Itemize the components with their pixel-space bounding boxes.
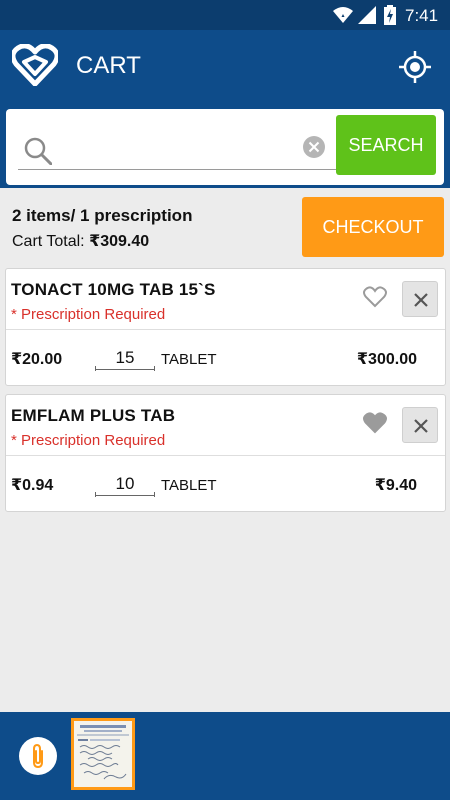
product-name[interactable]: EMFLAM PLUS TAB	[11, 406, 175, 426]
signal-icon	[358, 6, 376, 24]
divider	[6, 455, 445, 456]
search-band: SEARCH	[0, 104, 450, 188]
quantity-tick-left	[95, 366, 96, 371]
quantity-field[interactable]: 15	[95, 345, 155, 371]
cart-item: TONACT 10MG TAB 15`S * Prescription Requ…	[5, 268, 446, 386]
app-bar: CART	[0, 30, 450, 104]
unit-price: ₹0.94	[11, 477, 54, 494]
prescription-note: * Prescription Required	[11, 432, 166, 449]
status-bar: 7:41	[0, 0, 450, 30]
cart-total-value: ₹309.40	[89, 233, 150, 250]
prescription-thumbnail[interactable]	[71, 718, 135, 790]
cart-total-label: Cart Total:	[12, 233, 85, 250]
search-icon	[24, 137, 52, 165]
quantity-tick-right	[154, 492, 155, 497]
prescription-note: * Prescription Required	[11, 306, 166, 323]
quantity-value[interactable]: 10	[95, 471, 155, 496]
search-button[interactable]: SEARCH	[336, 115, 436, 175]
cart-total: Cart Total: ₹309.40	[12, 231, 149, 251]
page-title: CART	[76, 52, 141, 79]
search-underline	[18, 169, 336, 170]
quantity-unit: TABLET	[161, 351, 217, 368]
wifi-icon	[333, 7, 353, 23]
gps-locate-icon[interactable]	[398, 50, 432, 84]
prescription-image-icon	[74, 721, 132, 787]
favorite-heart-filled-icon[interactable]	[363, 412, 387, 434]
search-input[interactable]	[58, 133, 298, 163]
quantity-unit: TABLET	[161, 477, 217, 494]
remove-item-button[interactable]	[402, 407, 438, 443]
item-count: 2 items/ 1 prescription	[12, 206, 193, 225]
quantity-tick-right	[154, 366, 155, 371]
paperclip-icon	[33, 743, 43, 769]
bottom-bar	[0, 712, 450, 800]
heart-logo-icon[interactable]	[12, 44, 58, 86]
close-icon	[414, 419, 428, 433]
quantity-value[interactable]: 15	[95, 345, 155, 370]
clear-icon[interactable]	[302, 135, 326, 159]
quantity-tick-left	[95, 492, 96, 497]
line-total: ₹9.40	[374, 477, 417, 494]
cart-item: EMFLAM PLUS TAB * Prescription Required …	[5, 394, 446, 512]
quantity-field[interactable]: 10	[95, 471, 155, 497]
search-box: SEARCH	[6, 109, 444, 185]
unit-price: ₹20.00	[11, 351, 63, 368]
product-name[interactable]: TONACT 10MG TAB 15`S	[11, 280, 216, 300]
remove-item-button[interactable]	[402, 281, 438, 317]
battery-charging-icon	[384, 5, 396, 25]
favorite-heart-outline-icon[interactable]	[363, 286, 387, 308]
line-total: ₹300.00	[356, 351, 417, 368]
attach-prescription-button[interactable]	[19, 737, 57, 775]
clock: 7:41	[405, 6, 439, 25]
close-icon	[414, 293, 428, 307]
cart-summary: 2 items/ 1 prescription Cart Total: ₹309…	[0, 188, 450, 264]
divider	[6, 329, 445, 330]
checkout-button[interactable]: CHECKOUT	[302, 197, 444, 257]
